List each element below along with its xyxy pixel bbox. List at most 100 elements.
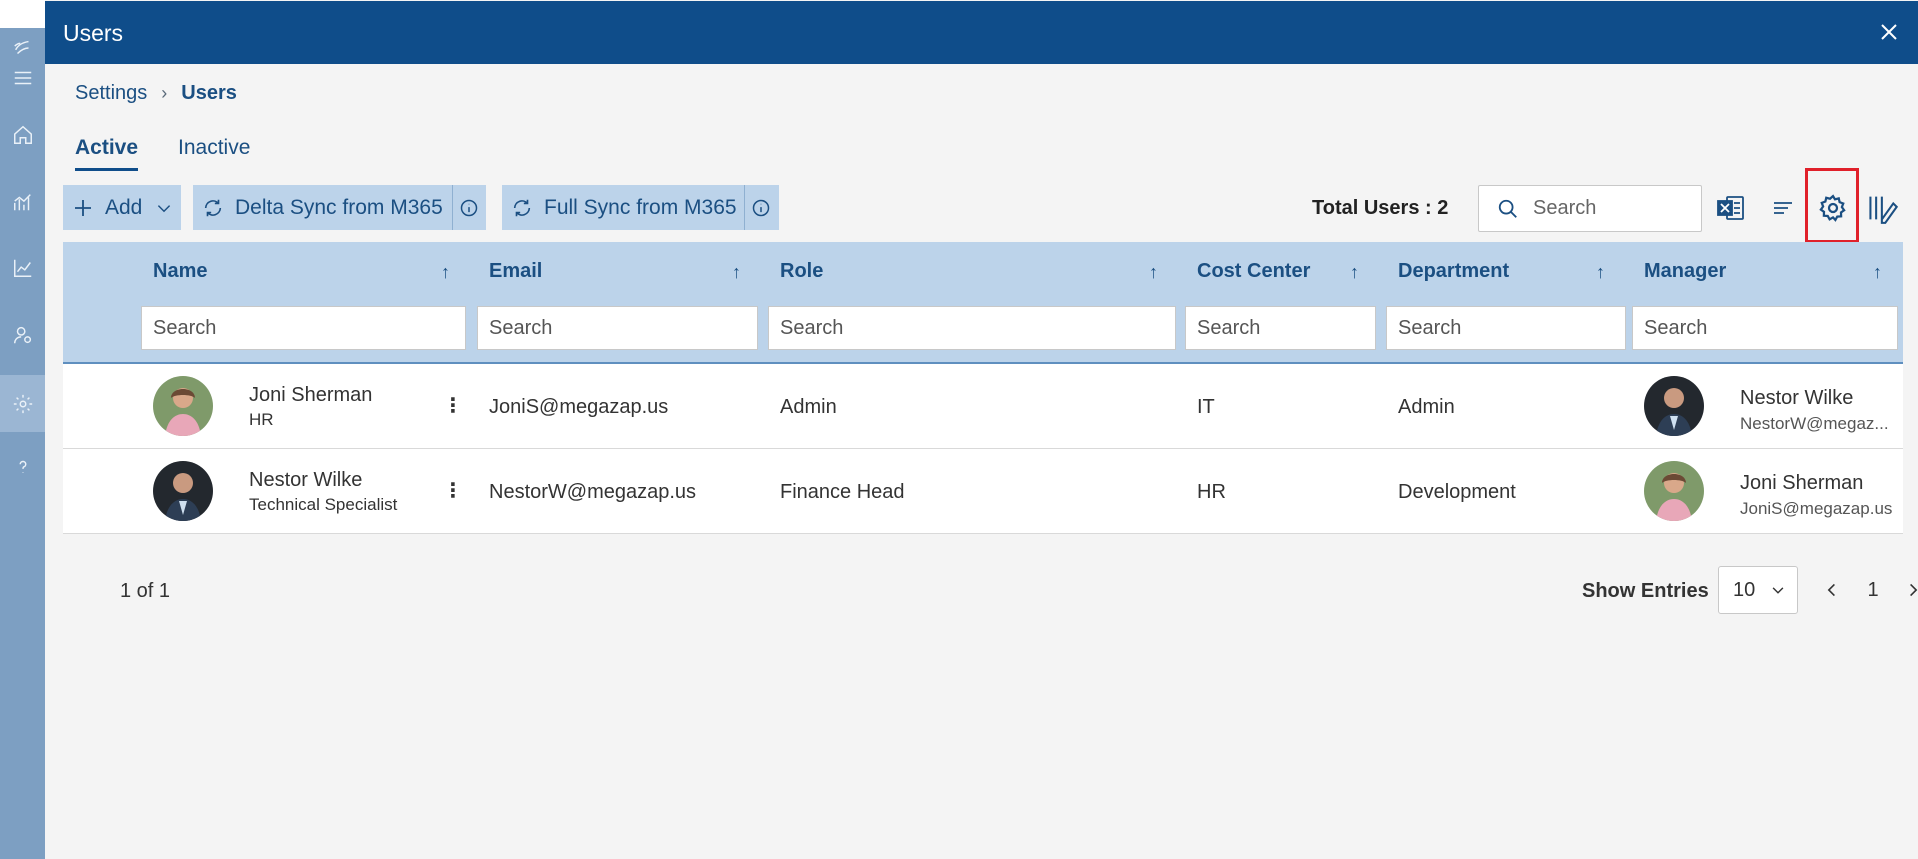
user-settings-icon[interactable] [0, 310, 45, 360]
avatar [153, 461, 213, 521]
table-row[interactable]: Joni Sherman HR ⋮ JoniS@megazap.us Admin… [63, 364, 1903, 449]
chevron-right-icon [1910, 583, 1918, 597]
filter-email[interactable]: Search [477, 306, 758, 350]
filter-cost-center[interactable]: Search [1185, 306, 1376, 350]
row-menu-icon[interactable]: ⋮ [443, 478, 463, 502]
avatar [153, 376, 213, 436]
add-button-label: Add [105, 195, 143, 219]
filter-name[interactable]: Search [141, 306, 466, 350]
rail-top [0, 0, 45, 28]
delta-sync-label: Delta Sync from M365 [235, 195, 443, 219]
next-page-button[interactable] [1898, 573, 1918, 607]
column-header-role[interactable]: Role [780, 260, 823, 283]
add-button[interactable]: Add [63, 185, 181, 230]
page-info: 1 of 1 [120, 580, 171, 602]
manager-avatar [1644, 461, 1704, 521]
sort-arrow-icon[interactable]: ↑ [441, 262, 450, 283]
sort-arrow-icon[interactable]: ↑ [1596, 262, 1605, 283]
full-sync-button[interactable]: Full Sync from M365 [502, 185, 779, 230]
tab-inactive[interactable]: Inactive [178, 136, 250, 171]
filter-department[interactable]: Search [1386, 306, 1626, 350]
hamburger-icon[interactable] [0, 58, 45, 98]
sync-icon [513, 199, 531, 216]
column-header-email[interactable]: Email [489, 260, 542, 283]
sort-arrow-icon[interactable]: ↑ [1873, 262, 1882, 283]
user-email: NestorW@megazap.us [489, 481, 697, 503]
sort-arrow-icon[interactable]: ↑ [1149, 262, 1158, 283]
close-icon [1881, 24, 1897, 40]
sort-arrow-icon[interactable]: ↑ [1350, 262, 1359, 283]
manager-name: Nestor Wilke [1740, 387, 1854, 409]
column-header-department[interactable]: Department [1398, 260, 1509, 283]
highlight-box [1805, 168, 1859, 243]
delta-sync-button[interactable]: Delta Sync from M365 [193, 185, 486, 230]
sort-lines-button[interactable] [1763, 185, 1803, 230]
page-size-value: 10 [1733, 578, 1756, 601]
excel-export-button[interactable] [1711, 185, 1751, 230]
excel-icon [1717, 195, 1744, 220]
lines-icon [1774, 201, 1792, 214]
page-size-select[interactable]: 10 [1718, 566, 1798, 614]
chevron-down-icon [1772, 587, 1784, 594]
current-page[interactable]: 1 [1863, 573, 1883, 607]
breadcrumb-users: Users [181, 82, 237, 104]
window-title: Users [63, 20, 124, 46]
button-divider [451, 185, 453, 230]
chevron-down-icon [158, 204, 171, 212]
user-title: Technical Specialist [249, 495, 398, 514]
search-input[interactable] [1533, 197, 1683, 220]
breadcrumb: Settings › Users [75, 82, 237, 105]
grid-header: Name ↑ Email ↑ Role ↑ Cost Center ↑ Depa… [63, 242, 1903, 364]
manager-avatar [1644, 376, 1704, 436]
filter-role[interactable]: Search [768, 306, 1176, 350]
manager-email: NestorW@megaz... [1740, 414, 1889, 433]
user-cost-center: HR [1197, 481, 1226, 503]
global-search[interactable] [1478, 185, 1702, 232]
sync-icon [204, 199, 222, 216]
plus-icon [75, 199, 91, 216]
total-users: Total Users : 2 [1312, 197, 1449, 219]
breadcrumb-settings[interactable]: Settings [75, 82, 147, 105]
column-header-manager[interactable]: Manager [1644, 260, 1726, 283]
user-role: Admin [780, 396, 837, 418]
full-sync-label: Full Sync from M365 [544, 195, 737, 219]
show-entries-label: Show Entries [1582, 580, 1709, 602]
button-divider [743, 185, 745, 230]
columns-edit-icon [1869, 196, 1899, 224]
user-title: HR [249, 410, 274, 429]
close-button[interactable] [1874, 17, 1904, 47]
chevron-right-icon: › [161, 83, 168, 103]
column-header-name[interactable]: Name [153, 260, 207, 283]
tab-active[interactable]: Active [75, 136, 139, 171]
info-icon[interactable] [459, 198, 479, 218]
dashboard-chart-icon[interactable] [0, 177, 45, 227]
filter-manager[interactable]: Search [1632, 306, 1898, 350]
user-cost-center: IT [1197, 396, 1215, 418]
title-bar: Users [45, 1, 1918, 64]
user-department: Admin [1398, 396, 1455, 418]
prev-page-button[interactable] [1817, 573, 1847, 607]
settings-nav-icon[interactable] [0, 375, 45, 432]
chevron-left-icon [1827, 583, 1835, 597]
users-panel: Users Settings › Users Active Inactive A… [45, 0, 1918, 859]
manager-email: JoniS@megazap.us [1740, 499, 1893, 518]
info-icon[interactable] [751, 198, 771, 218]
nav-rail [0, 0, 45, 859]
user-name[interactable]: Joni Sherman [249, 384, 372, 407]
column-header-cost-center[interactable]: Cost Center [1197, 260, 1310, 283]
users-grid: Name ↑ Email ↑ Role ↑ Cost Center ↑ Depa… [63, 242, 1903, 534]
column-chooser-button[interactable] [1863, 185, 1903, 230]
sort-arrow-icon[interactable]: ↑ [732, 262, 741, 283]
analytics-icon[interactable] [0, 243, 45, 293]
user-department: Development [1398, 481, 1516, 503]
search-icon [1498, 199, 1517, 218]
row-menu-icon[interactable]: ⋮ [443, 393, 463, 417]
help-icon[interactable] [0, 442, 45, 492]
user-role: Finance Head [780, 481, 905, 503]
user-name[interactable]: Nestor Wilke [249, 469, 362, 492]
home-icon[interactable] [0, 110, 45, 160]
tabs: Active Inactive [75, 136, 250, 171]
manager-name: Joni Sherman [1740, 472, 1864, 494]
table-row[interactable]: Nestor Wilke Technical Specialist ⋮ Nest… [63, 449, 1903, 534]
user-email: JoniS@megazap.us [489, 396, 669, 418]
